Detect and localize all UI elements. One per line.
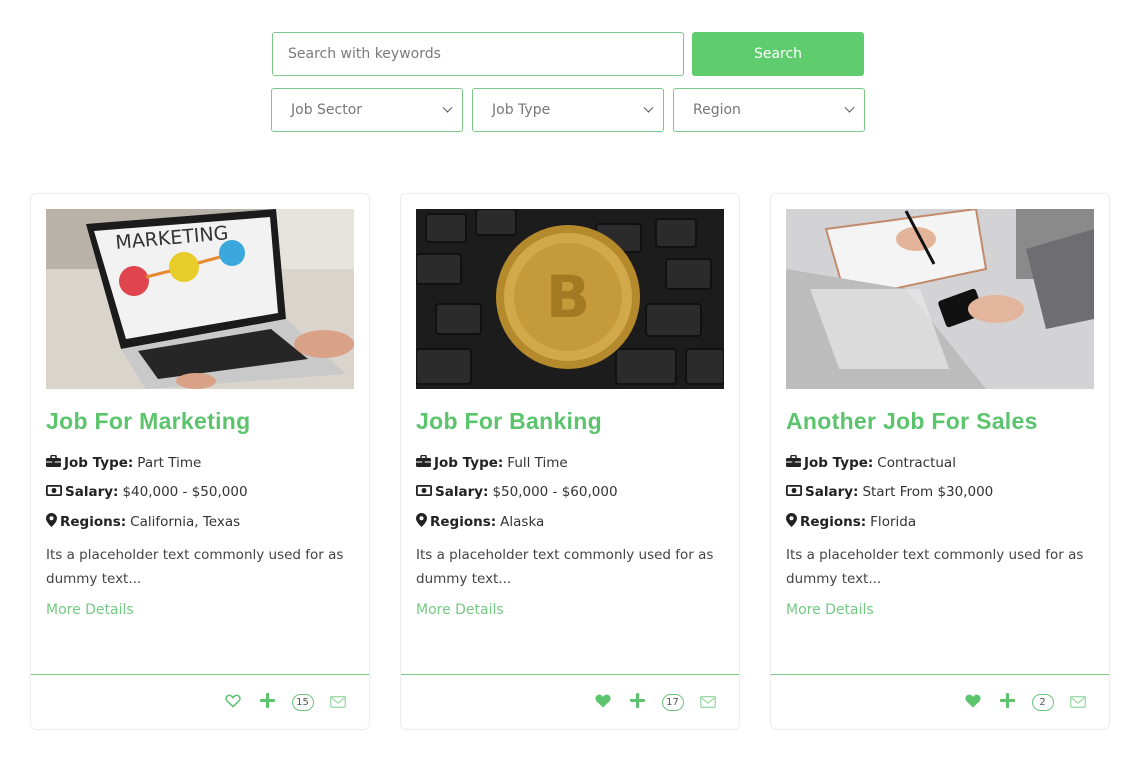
salary-row: Salary: $40,000 - $50,000 xyxy=(45,484,248,500)
map-marker-icon xyxy=(416,513,427,531)
salary-label: Salary: xyxy=(65,484,119,500)
job-sector-select[interactable]: Job Sector xyxy=(271,88,463,132)
job-card: B Job For Banking Job Type: Full Time Sa… xyxy=(400,193,740,730)
region-select[interactable]: Region xyxy=(673,88,865,132)
briefcase-icon xyxy=(416,454,431,471)
job-description: Its a placeholder text commonly used for… xyxy=(786,547,1084,587)
job-type-label: Job Type: xyxy=(434,455,504,471)
salary-value: $40,000 - $50,000 xyxy=(122,484,248,500)
job-title[interactable]: Job For Marketing xyxy=(46,408,250,435)
card-footer: 2 xyxy=(771,674,1109,730)
job-card: MARKETING Job For Marketing Job Type: Pa… xyxy=(30,193,370,730)
chevron-down-icon xyxy=(643,102,654,113)
salary-row: Salary: $50,000 - $60,000 xyxy=(415,484,618,500)
salary-label: Salary: xyxy=(435,484,489,500)
search-button[interactable]: Search xyxy=(692,32,864,76)
marketing-laptop-photo[interactable]: MARKETING xyxy=(46,209,354,389)
job-description: Its a placeholder text commonly used for… xyxy=(46,547,344,587)
plus-icon xyxy=(1000,692,1015,712)
count-button[interactable]: 17 xyxy=(655,691,690,713)
email-button[interactable] xyxy=(1060,691,1095,713)
count-badge: 2 xyxy=(1031,693,1054,711)
salary-row: Salary: Start From $30,000 xyxy=(785,484,994,500)
count-badge: 15 xyxy=(291,693,314,711)
add-button[interactable] xyxy=(620,691,655,713)
job-title[interactable]: Another Job For Sales xyxy=(786,408,1038,435)
favorite-button[interactable] xyxy=(585,691,620,713)
plus-icon xyxy=(260,692,275,712)
search-input[interactable] xyxy=(272,32,684,76)
chevron-down-icon xyxy=(442,102,453,113)
job-type-select[interactable]: Job Type xyxy=(472,88,664,132)
job-type-row: Job Type: Part Time xyxy=(46,454,202,471)
salary-label: Salary: xyxy=(805,484,859,500)
salary-value: Start From $30,000 xyxy=(862,484,994,500)
heart-filled-icon xyxy=(964,693,981,712)
more-details-link[interactable]: More Details xyxy=(786,602,874,618)
briefcase-icon xyxy=(46,454,61,471)
regions-label: Regions: xyxy=(430,514,497,530)
regions-row: Regions: California, Texas xyxy=(46,513,240,531)
regions-value: California, Texas xyxy=(130,514,241,530)
email-button[interactable] xyxy=(320,691,355,713)
chevron-down-icon xyxy=(844,102,855,113)
money-bill-icon xyxy=(785,484,802,500)
salary-value: $50,000 - $60,000 xyxy=(492,484,618,500)
map-marker-icon xyxy=(46,513,57,531)
regions-label: Regions: xyxy=(60,514,127,530)
region-select-value: Region xyxy=(693,102,741,118)
job-type-select-value: Job Type xyxy=(492,102,551,118)
search-bar: Search xyxy=(272,32,864,76)
add-button[interactable] xyxy=(990,691,1025,713)
envelope-icon xyxy=(699,693,716,712)
job-type-row: Job Type: Contractual xyxy=(786,454,956,471)
card-actions: 2 xyxy=(955,691,1095,713)
card-footer: 15 xyxy=(31,674,369,730)
regions-value: Florida xyxy=(870,514,917,530)
filter-row: Job Sector Job Type Region xyxy=(271,88,865,132)
add-button[interactable] xyxy=(250,691,285,713)
heart-outline-icon xyxy=(224,693,241,712)
regions-value: Alaska xyxy=(500,514,545,530)
desk-writing-phone-photo[interactable] xyxy=(786,209,1094,389)
count-button[interactable]: 2 xyxy=(1025,691,1060,713)
job-card: Another Job For Sales Job Type: Contract… xyxy=(770,193,1110,730)
card-actions: 15 xyxy=(215,691,355,713)
regions-label: Regions: xyxy=(800,514,867,530)
card-actions: 17 xyxy=(585,691,725,713)
count-button[interactable]: 15 xyxy=(285,691,320,713)
job-description: Its a placeholder text commonly used for… xyxy=(416,547,714,587)
email-button[interactable] xyxy=(690,691,725,713)
money-bill-icon xyxy=(415,484,432,500)
count-badge: 17 xyxy=(661,693,684,711)
regions-row: Regions: Florida xyxy=(786,513,916,531)
heart-filled-icon xyxy=(594,693,611,712)
map-marker-icon xyxy=(786,513,797,531)
more-details-link[interactable]: More Details xyxy=(416,602,504,618)
more-details-link[interactable]: More Details xyxy=(46,602,134,618)
job-type-value: Full Time xyxy=(507,455,568,471)
favorite-button[interactable] xyxy=(215,691,250,713)
regions-row: Regions: Alaska xyxy=(416,513,544,531)
job-type-value: Part Time xyxy=(137,455,202,471)
job-type-value: Contractual xyxy=(877,455,956,471)
envelope-icon xyxy=(329,693,346,712)
briefcase-icon xyxy=(786,454,801,471)
favorite-button[interactable] xyxy=(955,691,990,713)
card-footer: 17 xyxy=(401,674,739,730)
job-type-label: Job Type: xyxy=(64,455,134,471)
job-type-row: Job Type: Full Time xyxy=(416,454,568,471)
svg-text:B: B xyxy=(546,263,590,331)
money-bill-icon xyxy=(45,484,62,500)
job-type-label: Job Type: xyxy=(804,455,874,471)
plus-icon xyxy=(630,692,645,712)
envelope-icon xyxy=(1069,693,1086,712)
bitcoin-keyboard-photo[interactable]: B xyxy=(416,209,724,389)
job-sector-select-value: Job Sector xyxy=(291,102,363,118)
job-title[interactable]: Job For Banking xyxy=(416,408,602,435)
